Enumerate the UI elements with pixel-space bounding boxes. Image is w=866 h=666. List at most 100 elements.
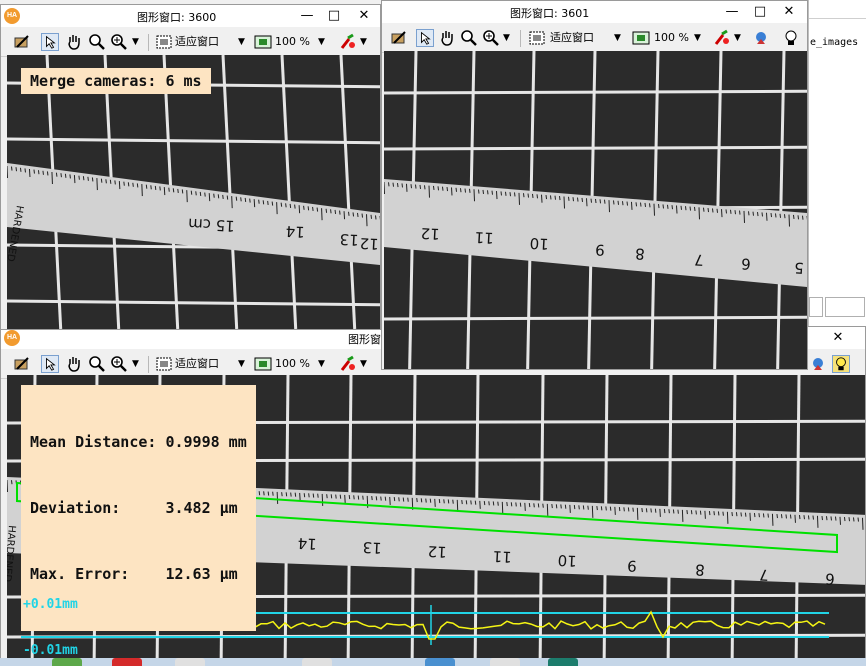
deviation-text: Deviation: 3.482 µm: [30, 499, 238, 517]
chevron-down-icon[interactable]: ▼: [503, 29, 510, 47]
title-bar[interactable]: 图形窗口: 3601 — □ ✕: [382, 1, 807, 23]
ruler-tick: [555, 504, 558, 509]
ruler-tick: [635, 202, 637, 207]
ruler-tick: [226, 195, 229, 200]
close-button[interactable]: ✕: [776, 3, 802, 21]
pencil-icon[interactable]: [13, 33, 31, 51]
chevron-down-icon[interactable]: ▼: [694, 29, 701, 47]
ruler-tick: [680, 205, 682, 210]
ruler-tick: [73, 175, 76, 184]
marker-icon[interactable]: [752, 29, 770, 47]
chevron-down-icon[interactable]: ▼: [360, 355, 367, 373]
ruler-tick: [352, 212, 355, 217]
fit-window-icon[interactable]: [155, 33, 173, 51]
ruler-tick: [51, 172, 53, 185]
app-logo-icon: HA: [4, 8, 20, 24]
taskbar-button[interactable]: [302, 658, 332, 666]
bulb-icon[interactable]: [782, 29, 800, 47]
ruler-tick: [641, 507, 643, 513]
taskbar-button[interactable]: [112, 658, 142, 666]
chevron-down-icon[interactable]: ▼: [318, 33, 325, 51]
ruler-tick: [280, 202, 283, 207]
ruler-tick: [127, 182, 130, 187]
color-brush-icon[interactable]: [339, 355, 357, 373]
minimize-button[interactable]: —: [294, 7, 320, 25]
chevron-down-icon[interactable]: ▼: [132, 33, 139, 51]
hand-icon[interactable]: [438, 29, 456, 47]
zoom-in-icon[interactable]: [110, 33, 128, 51]
ruler-number-label: 5: [794, 259, 804, 277]
image-canvas[interactable]: 15 cm 14 13 12 HARDENED: [7, 55, 380, 329]
ruler-number-label: 10: [557, 551, 577, 570]
pencil-icon[interactable]: [390, 29, 408, 47]
zoom-percent-icon[interactable]: [254, 355, 272, 373]
magnifier-icon[interactable]: [88, 33, 106, 51]
magnifier-icon[interactable]: [88, 355, 106, 373]
taskbar-button[interactable]: [425, 658, 455, 666]
ruler-tick: [614, 506, 616, 515]
close-button[interactable]: ✕: [825, 329, 851, 347]
color-brush-icon[interactable]: [339, 33, 357, 51]
zoom-select[interactable]: 100 %: [275, 32, 310, 52]
marker-icon[interactable]: [809, 355, 827, 373]
chevron-down-icon[interactable]: ▼: [734, 29, 741, 47]
image-canvas[interactable]: 12 11 10 9 8 7 6 5: [384, 51, 807, 369]
zoom-in-icon[interactable]: [482, 29, 500, 47]
taskbar-button[interactable]: [548, 658, 578, 666]
ruler-tick: [767, 513, 769, 518]
color-brush-icon[interactable]: [713, 29, 731, 47]
magnifier-icon[interactable]: [460, 29, 478, 47]
maximize-button[interactable]: □: [321, 7, 347, 25]
zoom-percent-icon[interactable]: [254, 33, 272, 51]
ruler-tick: [231, 196, 233, 209]
maximize-button[interactable]: □: [747, 3, 773, 21]
graphics-window-main[interactable]: HA 图形窗 ✕ ▼ 适应窗口 ▼ 100 % ▼ ▼ 15 cm1413121…: [0, 326, 866, 666]
ruler-tick: [699, 510, 702, 515]
chevron-down-icon[interactable]: ▼: [132, 355, 139, 373]
minimize-button[interactable]: —: [719, 3, 745, 21]
fit-window-icon[interactable]: [528, 29, 546, 47]
pointer-icon[interactable]: [416, 29, 434, 47]
side-panel-box[interactable]: [809, 297, 823, 317]
fit-window-select[interactable]: 适应窗口: [175, 354, 219, 374]
fit-window-select[interactable]: 适应窗口: [175, 32, 219, 52]
bulb-icon[interactable]: [832, 355, 850, 373]
zoom-in-icon[interactable]: [110, 355, 128, 373]
zoom-select[interactable]: 100 %: [275, 354, 310, 374]
pointer-icon[interactable]: [41, 33, 59, 51]
title-bar[interactable]: HA 图形窗口: 3600 — □ ✕: [1, 5, 380, 27]
fit-window-icon[interactable]: [155, 355, 173, 373]
fit-window-select[interactable]: 适应窗口: [550, 28, 594, 48]
window-title: 图形窗口: 3601: [510, 7, 590, 20]
ruler-tick: [357, 212, 359, 218]
ruler-tick: [419, 184, 421, 189]
chevron-down-icon[interactable]: ▼: [614, 29, 621, 47]
ruler-tick: [730, 209, 732, 214]
ruler-tick: [788, 214, 790, 227]
hand-icon[interactable]: [65, 33, 83, 51]
hand-icon[interactable]: [65, 355, 83, 373]
chevron-down-icon[interactable]: ▼: [318, 355, 325, 373]
ruler-tick: [690, 510, 693, 515]
graphics-window-3600[interactable]: HA 图形窗口: 3600 — □ ✕ ▼ 适应窗口 ▼ 100 % ▼ ▼ 1…: [0, 4, 381, 330]
pencil-icon[interactable]: [13, 355, 31, 373]
ruler-tick: [82, 176, 85, 181]
ruler-tick: [626, 201, 628, 206]
ruler-tick: [407, 497, 409, 502]
taskbar-button[interactable]: [52, 658, 82, 666]
ruler-tick: [326, 494, 328, 499]
zoom-percent-icon[interactable]: [632, 29, 650, 47]
ruler-number-label: 12: [427, 542, 447, 561]
chevron-down-icon[interactable]: ▼: [360, 33, 367, 51]
chevron-down-icon[interactable]: ▼: [238, 33, 245, 51]
side-panel-box[interactable]: [825, 297, 865, 317]
chevron-down-icon[interactable]: ▼: [238, 355, 245, 373]
pointer-icon[interactable]: [41, 355, 59, 373]
close-button[interactable]: ✕: [351, 7, 377, 25]
taskbar-button[interactable]: [490, 658, 520, 666]
ruler-tick: [793, 214, 795, 219]
taskbar-button[interactable]: [175, 658, 205, 666]
graphics-window-3601[interactable]: 图形窗口: 3601 — □ ✕ ▼ 适应窗口 ▼ 100 % ▼ ▼ 12 11…: [381, 0, 808, 370]
zoom-select[interactable]: 100 %: [654, 28, 689, 48]
ruler-tick: [258, 199, 260, 204]
